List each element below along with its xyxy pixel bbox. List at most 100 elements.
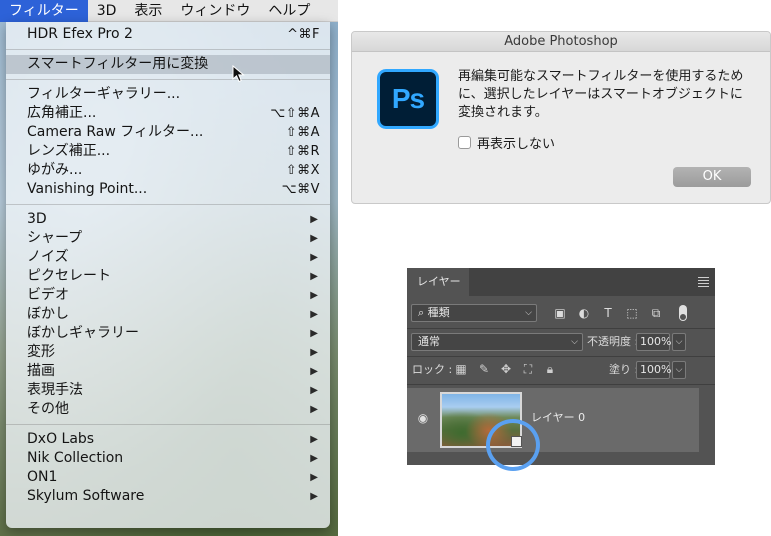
menu-item-liquify[interactable]: ゆがみ... ⇧⌘X <box>6 161 330 180</box>
menu-item-label: ノイズ <box>27 249 69 265</box>
checkbox-label: 再表示しない <box>477 137 556 152</box>
menu-item-shortcut: ⇧⌘A <box>285 125 320 140</box>
submenu-arrow-icon: ▶ <box>310 472 318 483</box>
menu-item-label: Skylum Software <box>27 488 145 504</box>
tab-layers[interactable]: レイヤー <box>407 268 469 296</box>
menu-item-camera-raw[interactable]: Camera Raw フィルター... ⇧⌘A <box>6 123 330 142</box>
layer-name[interactable]: レイヤー 0 <box>531 410 585 426</box>
menu-item-label: ピクセレート <box>27 268 111 284</box>
submenu-arrow-icon: ▶ <box>310 233 318 244</box>
submenu-arrow-icon: ▶ <box>310 252 318 263</box>
logo-text: Ps <box>391 83 425 114</box>
menubar-help[interactable]: ヘルプ <box>259 0 319 22</box>
submenu-skylum-software[interactable]: Skylum Software ▶ <box>6 487 330 506</box>
lock-all-icon[interactable]: 🔒︎ <box>543 361 557 377</box>
menubar-window[interactable]: ウィンドウ <box>171 0 259 22</box>
layer-row[interactable]: ◉ レイヤー 0 <box>407 388 699 452</box>
lock-artboard-icon[interactable]: ⛶ <box>521 361 535 377</box>
menu-item-vanishing-point[interactable]: Vanishing Point... ⌥⌘V <box>6 180 330 199</box>
submenu-video[interactable]: ビデオ ▶ <box>6 286 330 305</box>
filter-toggle-switch[interactable] <box>679 305 687 321</box>
submenu-other[interactable]: その他 ▶ <box>6 400 330 419</box>
opacity-dropdown-icon[interactable]: ⌵ <box>672 333 686 351</box>
opacity-input[interactable]: 100% <box>636 333 671 351</box>
menu-item-shortcut: ⌥⇧⌘A <box>270 106 320 121</box>
menu-item-lens-correction[interactable]: レンズ補正... ⇧⌘R <box>6 142 330 161</box>
submenu-arrow-icon: ▶ <box>310 214 318 225</box>
menu-item-filter-gallery[interactable]: フィルターギャラリー... <box>6 85 330 104</box>
menubar-3d[interactable]: 3D <box>88 0 126 22</box>
submenu-blur[interactable]: ぼかし ▶ <box>6 305 330 324</box>
dont-show-again-checkbox[interactable]: 再表示しない <box>458 133 555 152</box>
submenu-arrow-icon: ▶ <box>310 328 318 339</box>
submenu-dxo-labs[interactable]: DxO Labs ▶ <box>6 430 330 449</box>
menubar-filter[interactable]: フィルター <box>0 0 88 22</box>
submenu-sharpen[interactable]: シャープ ▶ <box>6 229 330 248</box>
checkbox-box[interactable] <box>458 136 471 149</box>
menu-item-label: ぼかしギャラリー <box>27 325 139 341</box>
submenu-noise[interactable]: ノイズ ▶ <box>6 248 330 267</box>
menu-item-label: 描画 <box>27 363 55 379</box>
panel-menu-icon[interactable] <box>698 277 709 289</box>
submenu-stylize[interactable]: 表現手法 ▶ <box>6 381 330 400</box>
menu-bar: フィルター 3D 表示 ウィンドウ ヘルプ <box>0 0 338 22</box>
submenu-arrow-icon: ▶ <box>310 385 318 396</box>
lock-transparent-icon[interactable]: ▦ <box>454 361 468 377</box>
photoshop-dialog: Adobe Photoshop Ps 再編集可能なスマートフィルターを使用するた… <box>351 31 771 204</box>
highlight-circle-annotation <box>486 419 540 471</box>
submenu-distort[interactable]: 変形 ▶ <box>6 343 330 362</box>
submenu-arrow-icon: ▶ <box>310 271 318 282</box>
fill-input[interactable]: 100% <box>636 361 671 379</box>
menu-item-label: 3D <box>27 211 47 227</box>
lock-position-icon[interactable]: ✥ <box>499 361 513 377</box>
menu-item-shortcut: ^⌘F <box>287 27 320 42</box>
submenu-on1[interactable]: ON1 ▶ <box>6 468 330 487</box>
submenu-arrow-icon: ▶ <box>310 347 318 358</box>
menu-item-shortcut: ⌥⌘V <box>281 182 320 197</box>
menu-item-adaptive-wide-angle[interactable]: 広角補正... ⌥⇧⌘A <box>6 104 330 123</box>
menu-item-label: 表現手法 <box>27 382 83 398</box>
menu-item-label: ビデオ <box>27 287 69 303</box>
menu-item-label: シャープ <box>27 230 83 246</box>
blend-mode-value: 通常 <box>418 335 440 348</box>
menu-item-label: ぼかし <box>27 306 69 322</box>
blend-row: 通常 ⌵ 不透明度 : 100% ⌵ <box>407 332 715 352</box>
submenu-3d[interactable]: 3D ▶ <box>6 210 330 229</box>
menu-item-shortcut: ⇧⌘R <box>285 144 320 159</box>
menu-item-label: Nik Collection <box>27 450 124 466</box>
ok-button[interactable]: OK <box>673 167 751 187</box>
menu-item-convert-smart-filter[interactable]: スマートフィルター用に変換 <box>6 55 330 74</box>
submenu-pixelate[interactable]: ピクセレート ▶ <box>6 267 330 286</box>
menu-screenshot: フィルター 3D 表示 ウィンドウ ヘルプ HDR Efex Pro 2 ^⌘F… <box>0 0 338 536</box>
visibility-eye-icon[interactable]: ◉ <box>416 411 430 425</box>
submenu-nik-collection[interactable]: Nik Collection ▶ <box>6 449 330 468</box>
layers-panel: レイヤー ⌕ 種類 ⌵ ▣ ◐ T ⬚ ⧉ 通常 ⌵ 不透明度 : 100% ⌵… <box>407 268 715 465</box>
menu-item-label: レンズ補正... <box>27 143 111 159</box>
adjustment-filter-icon[interactable]: ◐ <box>577 306 591 320</box>
submenu-render[interactable]: 描画 ▶ <box>6 362 330 381</box>
filter-kind-select[interactable]: ⌕ 種類 ⌵ <box>411 304 537 322</box>
menu-item-label: ゆがみ... <box>27 162 83 178</box>
menubar-view[interactable]: 表示 <box>125 0 171 22</box>
shape-filter-icon[interactable]: ⬚ <box>625 306 639 320</box>
dialog-title: Adobe Photoshop <box>352 32 770 52</box>
lock-brush-icon[interactable]: ✎ <box>477 361 491 377</box>
type-filter-icon[interactable]: T <box>601 306 615 320</box>
menu-item-label: その他 <box>27 401 69 417</box>
blend-mode-select[interactable]: 通常 ⌵ <box>411 333 583 351</box>
submenu-arrow-icon: ▶ <box>310 290 318 301</box>
submenu-arrow-icon: ▶ <box>310 309 318 320</box>
submenu-arrow-icon: ▶ <box>310 453 318 464</box>
menu-separator <box>6 204 330 205</box>
submenu-arrow-icon: ▶ <box>310 404 318 415</box>
menu-item-recent-filter[interactable]: HDR Efex Pro 2 ^⌘F <box>6 25 330 44</box>
lock-label: ロック : <box>412 363 453 376</box>
fill-label: 塗り : <box>609 363 639 376</box>
filter-menu-dropdown: HDR Efex Pro 2 ^⌘F スマートフィルター用に変換 フィルターギャ… <box>6 22 330 528</box>
image-filter-icon[interactable]: ▣ <box>553 306 567 320</box>
smart-object-filter-icon[interactable]: ⧉ <box>649 306 663 320</box>
submenu-blur-gallery[interactable]: ぼかしギャラリー ▶ <box>6 324 330 343</box>
menu-item-label: Vanishing Point... <box>27 181 148 197</box>
fill-dropdown-icon[interactable]: ⌵ <box>672 361 686 379</box>
layers-scrollbar[interactable] <box>699 386 715 465</box>
